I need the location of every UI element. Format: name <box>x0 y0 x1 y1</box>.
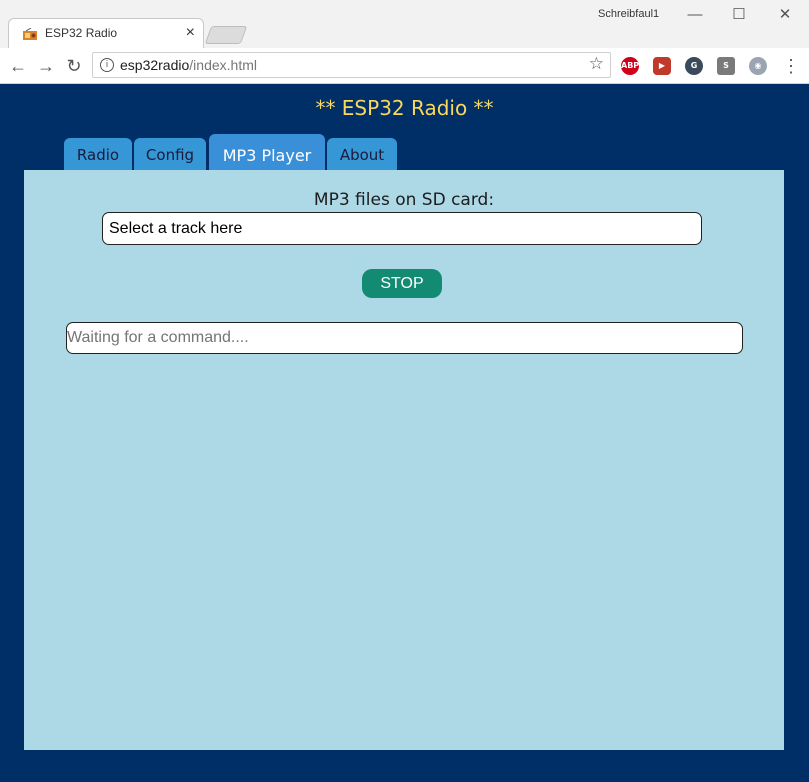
privacy-icon[interactable]: ◉ <box>749 57 767 75</box>
close-window-icon[interactable]: ✕ <box>770 4 800 26</box>
stylus-icon[interactable]: S <box>717 57 735 75</box>
minimize-icon[interactable]: — <box>680 4 710 26</box>
url-text[interactable]: esp32radio/index.html <box>120 57 257 73</box>
url-host: esp32radio <box>120 57 190 73</box>
forward-icon[interactable]: → <box>34 54 58 78</box>
new-tab-button[interactable] <box>204 26 248 44</box>
command-status-field[interactable] <box>66 322 743 354</box>
page-title: ** ESP32 Radio ** <box>315 96 494 120</box>
bookmark-star-icon[interactable]: ☆ <box>589 54 604 74</box>
browser-tab[interactable]: ESP32 Radio × <box>8 18 204 48</box>
profile-name[interactable]: Schreibfaul1 <box>598 8 659 20</box>
maximize-icon[interactable]: ☐ <box>724 4 754 26</box>
url-path: /index.html <box>189 57 257 73</box>
tab-radio[interactable]: Radio <box>64 138 132 170</box>
browser-menu-icon[interactable]: ⋮ <box>782 54 800 78</box>
track-select[interactable]: Select a track here <box>102 212 702 245</box>
reload-icon[interactable]: ↻ <box>62 54 86 78</box>
video-download-icon[interactable]: ▶ <box>653 57 671 75</box>
stop-button[interactable]: STOP <box>362 269 442 298</box>
mp3-files-label: MP3 files on SD card: <box>313 190 495 210</box>
tab-mp3-player[interactable]: MP3 Player <box>209 134 325 170</box>
tab-config[interactable]: Config <box>134 138 206 170</box>
browser-toolbar: ← → ↻ i esp32radio/index.html ☆ ABP ▶ G … <box>0 48 809 84</box>
address-bar[interactable]: i esp32radio/index.html ☆ <box>92 52 611 78</box>
tab-close-icon[interactable]: × <box>186 23 195 43</box>
adblock-plus-icon[interactable]: ABP <box>621 57 639 75</box>
browser-titlebar: ESP32 Radio × Schreibfaul1 — ☐ ✕ <box>0 0 809 48</box>
ghostery-icon[interactable]: G <box>685 57 703 75</box>
tab-about[interactable]: About <box>327 138 397 170</box>
tab-title: ESP32 Radio <box>45 26 118 40</box>
info-icon[interactable]: i <box>100 58 114 72</box>
mp3-player-panel: MP3 files on SD card: Select a track her… <box>24 170 784 750</box>
page-body: ** ESP32 Radio ** Radio Config MP3 Playe… <box>0 84 809 782</box>
radio-favicon-icon <box>23 28 37 40</box>
back-icon[interactable]: ← <box>6 54 30 78</box>
